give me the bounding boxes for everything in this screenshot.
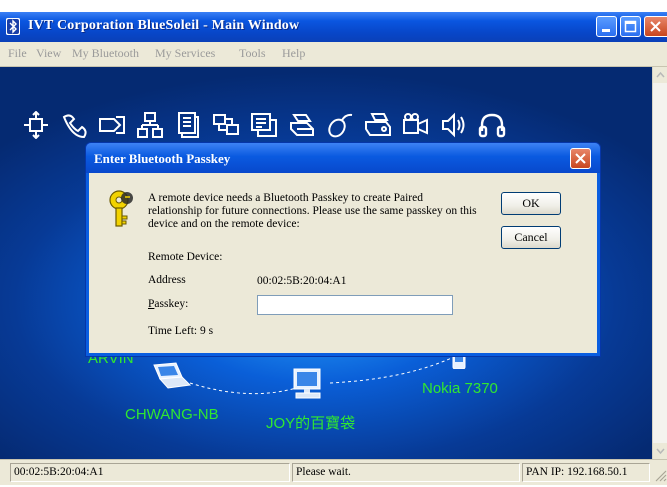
- bluetooth-logo-icon: [6, 18, 20, 35]
- maximize-button[interactable]: [620, 16, 641, 37]
- computer-icon[interactable]: [290, 367, 326, 401]
- bluesoleil-main-window: IVT Corporation BlueSoleil - Main Window…: [0, 0, 667, 487]
- device-label-nokia-7370[interactable]: Nokia 7370: [422, 380, 498, 397]
- vertical-scrollbar[interactable]: [652, 67, 667, 459]
- menu-tools[interactable]: Tools: [239, 46, 266, 61]
- resize-grip-icon[interactable]: [653, 468, 667, 487]
- status-pan-ip: PAN IP: 192.168.50.1: [522, 463, 650, 482]
- menu-my-services[interactable]: My Services: [155, 46, 215, 61]
- menu-my-bluetooth[interactable]: My Bluetooth: [72, 46, 139, 61]
- scroll-up-button[interactable]: [653, 67, 667, 83]
- remote-device-label: Remote Device:: [148, 251, 223, 263]
- menu-help[interactable]: Help: [282, 46, 305, 61]
- window-title: IVT Corporation BlueSoleil - Main Window: [28, 18, 300, 33]
- menu-bar: File View My Bluetooth My Services Tools…: [0, 42, 667, 67]
- cancel-button[interactable]: Cancel: [501, 226, 561, 249]
- cancel-button-label: Cancel: [514, 230, 548, 244]
- ok-button-label: OK: [522, 196, 540, 210]
- menu-view[interactable]: View: [36, 46, 61, 61]
- passkey-label-rest: asskey:: [154, 298, 189, 310]
- keys-icon: [105, 188, 139, 235]
- scroll-down-button[interactable]: [653, 443, 667, 459]
- passkey-dialog: Enter Bluetooth Passkey A remote device …: [86, 143, 600, 356]
- address-value: 00:02:5B:20:04:A1: [257, 275, 347, 287]
- address-label: Address: [148, 274, 186, 286]
- dialog-title: Enter Bluetooth Passkey: [94, 151, 231, 166]
- device-label-joy[interactable]: JOY的百寶袋: [266, 412, 355, 433]
- device-label-chwang-nb[interactable]: CHWANG-NB: [125, 406, 219, 423]
- status-message: Please wait.: [292, 463, 520, 482]
- ok-button[interactable]: OK: [501, 192, 561, 215]
- status-address: 00:02:5B:20:04:A1: [10, 463, 290, 482]
- dialog-body: A remote device needs a Bluetooth Passke…: [89, 173, 597, 353]
- title-bar[interactable]: IVT Corporation BlueSoleil - Main Window: [0, 12, 667, 42]
- minimize-button[interactable]: [596, 16, 617, 37]
- menu-file[interactable]: File: [8, 46, 27, 61]
- passkey-input[interactable]: [257, 295, 453, 315]
- dialog-close-button[interactable]: [570, 148, 591, 169]
- phone-icon[interactable]: [450, 355, 468, 369]
- close-button[interactable]: [644, 16, 667, 37]
- passkey-label: Passkey:: [148, 298, 189, 310]
- status-bar: 00:02:5B:20:04:A1 Please wait. PAN IP: 1…: [0, 459, 667, 485]
- time-left-text: Time Left: 9 s: [148, 325, 214, 337]
- laptop-icon[interactable]: [148, 361, 192, 391]
- dialog-title-bar[interactable]: Enter Bluetooth Passkey: [86, 143, 600, 173]
- dialog-message: A remote device needs a Bluetooth Passke…: [148, 192, 477, 230]
